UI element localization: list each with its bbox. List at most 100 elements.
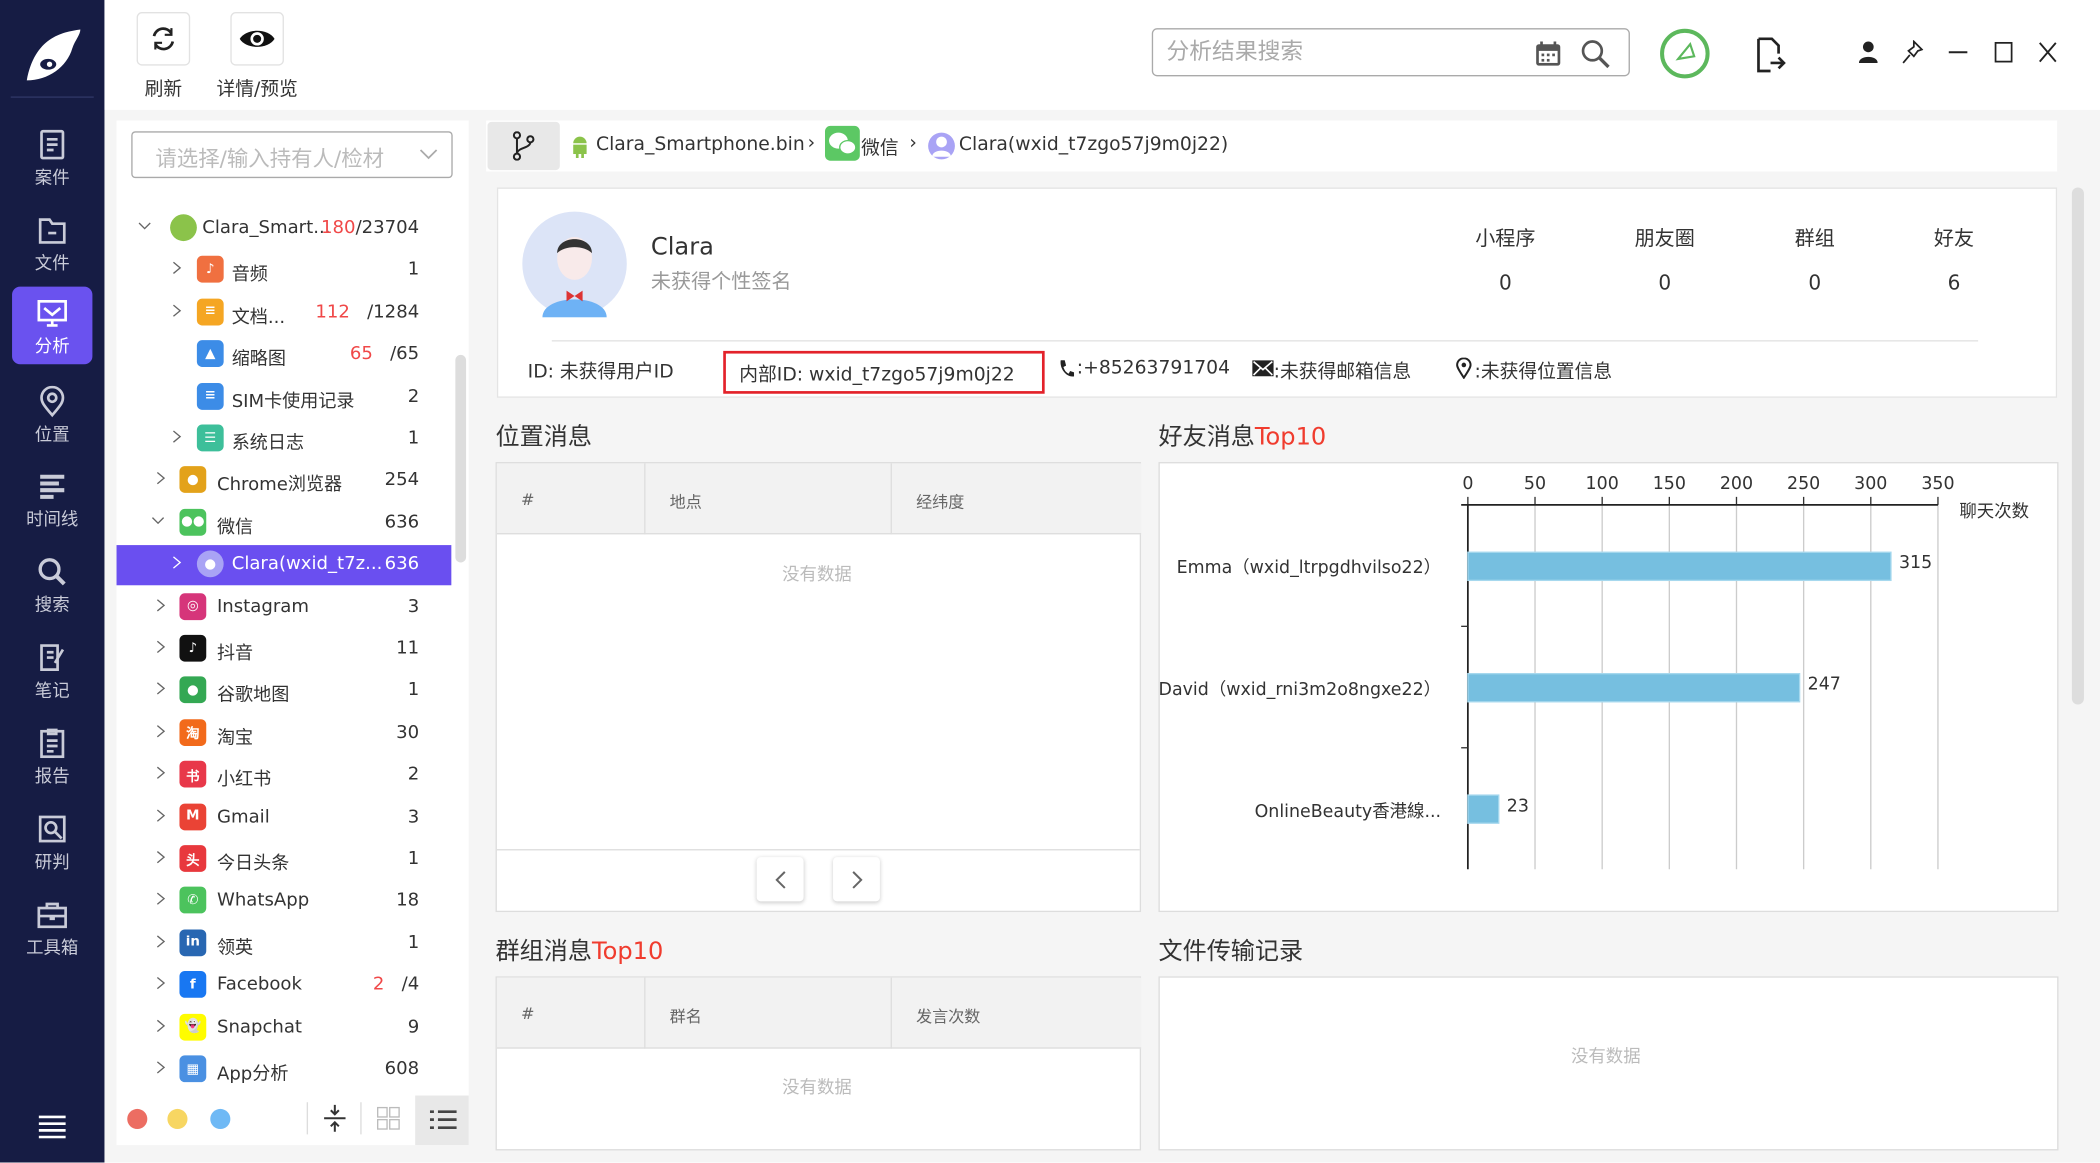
column-header[interactable]: # xyxy=(496,463,646,535)
tree-item[interactable]: Clara_Smart... 180/23704 xyxy=(117,209,452,249)
nav-item-report[interactable]: 报告 xyxy=(12,717,92,795)
breadcrumb-app[interactable]: 微信 xyxy=(861,134,899,161)
instagram-icon: ◎ xyxy=(179,592,207,620)
column-header[interactable]: 地点 xyxy=(645,463,892,535)
tree-item[interactable]: ♪ 音频 1 xyxy=(117,251,452,291)
chevron-right-icon[interactable] xyxy=(154,640,167,653)
tree-item[interactable]: ▦ App分析 608 xyxy=(117,1050,452,1090)
column-header[interactable]: # xyxy=(496,977,646,1049)
maximize-button[interactable] xyxy=(1990,39,2017,66)
close-button[interactable] xyxy=(2034,39,2061,66)
column-header[interactable]: 经纬度 xyxy=(891,463,1142,535)
chevron-right-icon[interactable] xyxy=(154,977,167,990)
chevron-right-icon[interactable] xyxy=(154,808,167,822)
chevron-right-icon[interactable] xyxy=(154,724,167,738)
prev-page-button[interactable] xyxy=(756,857,804,902)
tree-item[interactable]: ●● 微信 636 xyxy=(117,503,452,543)
chevron-right-icon[interactable] xyxy=(154,1019,167,1032)
chevron-right-icon[interactable] xyxy=(154,766,167,780)
tree-item[interactable]: f Facebook 2 /4 xyxy=(117,966,452,1006)
tree-item[interactable]: ▲ 缩略图 65 /65 xyxy=(117,335,452,375)
blue-tag-filter[interactable] xyxy=(210,1108,231,1130)
user-button[interactable] xyxy=(1855,39,1882,66)
tree-item[interactable]: ● 谷歌地图 1 xyxy=(117,672,452,712)
tree-item[interactable]: ♪ 抖音 11 xyxy=(117,629,452,669)
nav-item-search[interactable]: 搜索 xyxy=(12,545,92,623)
tree-item[interactable]: M Gmail 3 xyxy=(117,798,452,838)
calendar-icon[interactable] xyxy=(1533,39,1562,68)
x-tick-label: 0 xyxy=(1462,474,1474,495)
result-search-input[interactable] xyxy=(1166,37,1515,67)
tree-scrollbar[interactable] xyxy=(455,354,467,563)
chevron-right-icon[interactable] xyxy=(154,850,167,864)
chevron-right-icon[interactable] xyxy=(154,935,167,948)
tree-item[interactable]: ≡ 文档... 112 /1284 xyxy=(117,293,452,333)
search-icon[interactable] xyxy=(1579,38,1611,70)
notification-bell-icon[interactable] xyxy=(1659,28,1710,79)
case-icon xyxy=(40,129,65,160)
list-view-button[interactable] xyxy=(415,1095,469,1146)
red-tag-filter[interactable] xyxy=(127,1108,148,1130)
chevron-right-icon[interactable] xyxy=(170,556,183,569)
chevron-right-icon[interactable] xyxy=(154,682,167,696)
nav-item-folder[interactable]: 文件 xyxy=(12,204,92,282)
tree-item-count: 1 xyxy=(407,847,420,870)
nav-item-case[interactable]: 案件 xyxy=(12,118,92,196)
search-icon xyxy=(38,558,66,586)
chevron-down-icon[interactable] xyxy=(138,220,151,233)
pin-button[interactable] xyxy=(1899,39,1926,66)
tree-item[interactable]: ◎ Instagram 3 xyxy=(117,587,452,627)
preview-button[interactable] xyxy=(230,12,284,66)
chevron-right-icon[interactable] xyxy=(154,598,167,611)
branch-button[interactable] xyxy=(487,121,560,171)
location-icon xyxy=(40,385,65,418)
chevron-right-icon[interactable] xyxy=(154,472,167,485)
collapse-all-icon[interactable] xyxy=(323,1104,347,1133)
minimize-button[interactable] xyxy=(1945,39,1972,66)
nav-item-location[interactable]: 位置 xyxy=(12,375,92,453)
tree-item[interactable]: ≡ SIM卡使用记录 2 xyxy=(117,377,452,417)
tree-item[interactable]: 👻 Snapchat 9 xyxy=(117,1008,452,1048)
document-icon: ≡ xyxy=(196,298,224,326)
x-tick-label: 150 xyxy=(1652,474,1686,495)
tree-item[interactable]: ✆ WhatsApp 18 xyxy=(117,882,452,922)
tree-item[interactable]: ● Chrome浏览器 254 xyxy=(117,461,452,501)
column-header[interactable]: 发言次数 xyxy=(891,977,1142,1049)
chevron-right-icon[interactable] xyxy=(154,892,167,906)
empty-message: 没有数据 xyxy=(782,1078,852,1099)
tree-item[interactable]: ● Clara(wxid_t7z... 636 xyxy=(116,545,452,586)
next-page-button[interactable] xyxy=(833,857,880,902)
nav-item-timeline[interactable]: 时间线 xyxy=(12,459,92,537)
tree-item[interactable]: 书小红书 2 xyxy=(117,756,452,796)
tree-item[interactable]: 头今日头条 1 xyxy=(117,840,452,880)
chevron-right-icon[interactable] xyxy=(170,430,183,443)
export-icon[interactable] xyxy=(1754,36,1786,74)
profile-signature: 未获得个性签名 xyxy=(650,269,792,294)
main-scrollbar[interactable] xyxy=(2071,187,2084,705)
tree-item-label: 抖音 xyxy=(216,642,254,665)
chevron-down-icon[interactable] xyxy=(151,514,165,527)
breadcrumb-device[interactable]: Clara_Smartphone.bin xyxy=(596,134,805,155)
refresh-button[interactable] xyxy=(136,12,191,66)
tree-item[interactable]: 淘淘宝 30 xyxy=(117,714,452,754)
phone-icon xyxy=(1060,360,1075,377)
tree-item-count: 18 xyxy=(396,889,420,912)
chevron-right-icon[interactable] xyxy=(170,304,183,317)
chevron-right-icon[interactable] xyxy=(170,262,183,275)
tree-item[interactable]: ☰ 系统日志 1 xyxy=(117,419,452,459)
pin-icon xyxy=(1902,40,1924,64)
grid-view-icon[interactable] xyxy=(376,1106,400,1130)
chevron-right-icon[interactable] xyxy=(154,1061,167,1074)
divider xyxy=(306,1102,309,1135)
yellow-tag-filter[interactable] xyxy=(167,1108,188,1130)
tree-item[interactable]: in 领英 1 xyxy=(117,924,452,964)
menu-icon[interactable] xyxy=(38,1114,67,1139)
nav-item-toolbox[interactable]: 工具箱 xyxy=(12,888,92,966)
column-header[interactable]: 群名 xyxy=(645,977,892,1049)
x-tick-label: 200 xyxy=(1719,474,1754,495)
nav-item-judge[interactable]: 研判 xyxy=(12,802,92,880)
nav-item-analysis[interactable]: 分析 xyxy=(12,286,93,365)
xiaohongshu-icon: 书 xyxy=(179,760,207,788)
breadcrumb-account: Clara(wxid_t7zgo57j9m0j22) xyxy=(958,133,1229,156)
nav-item-note[interactable]: 笔记 xyxy=(12,631,92,709)
